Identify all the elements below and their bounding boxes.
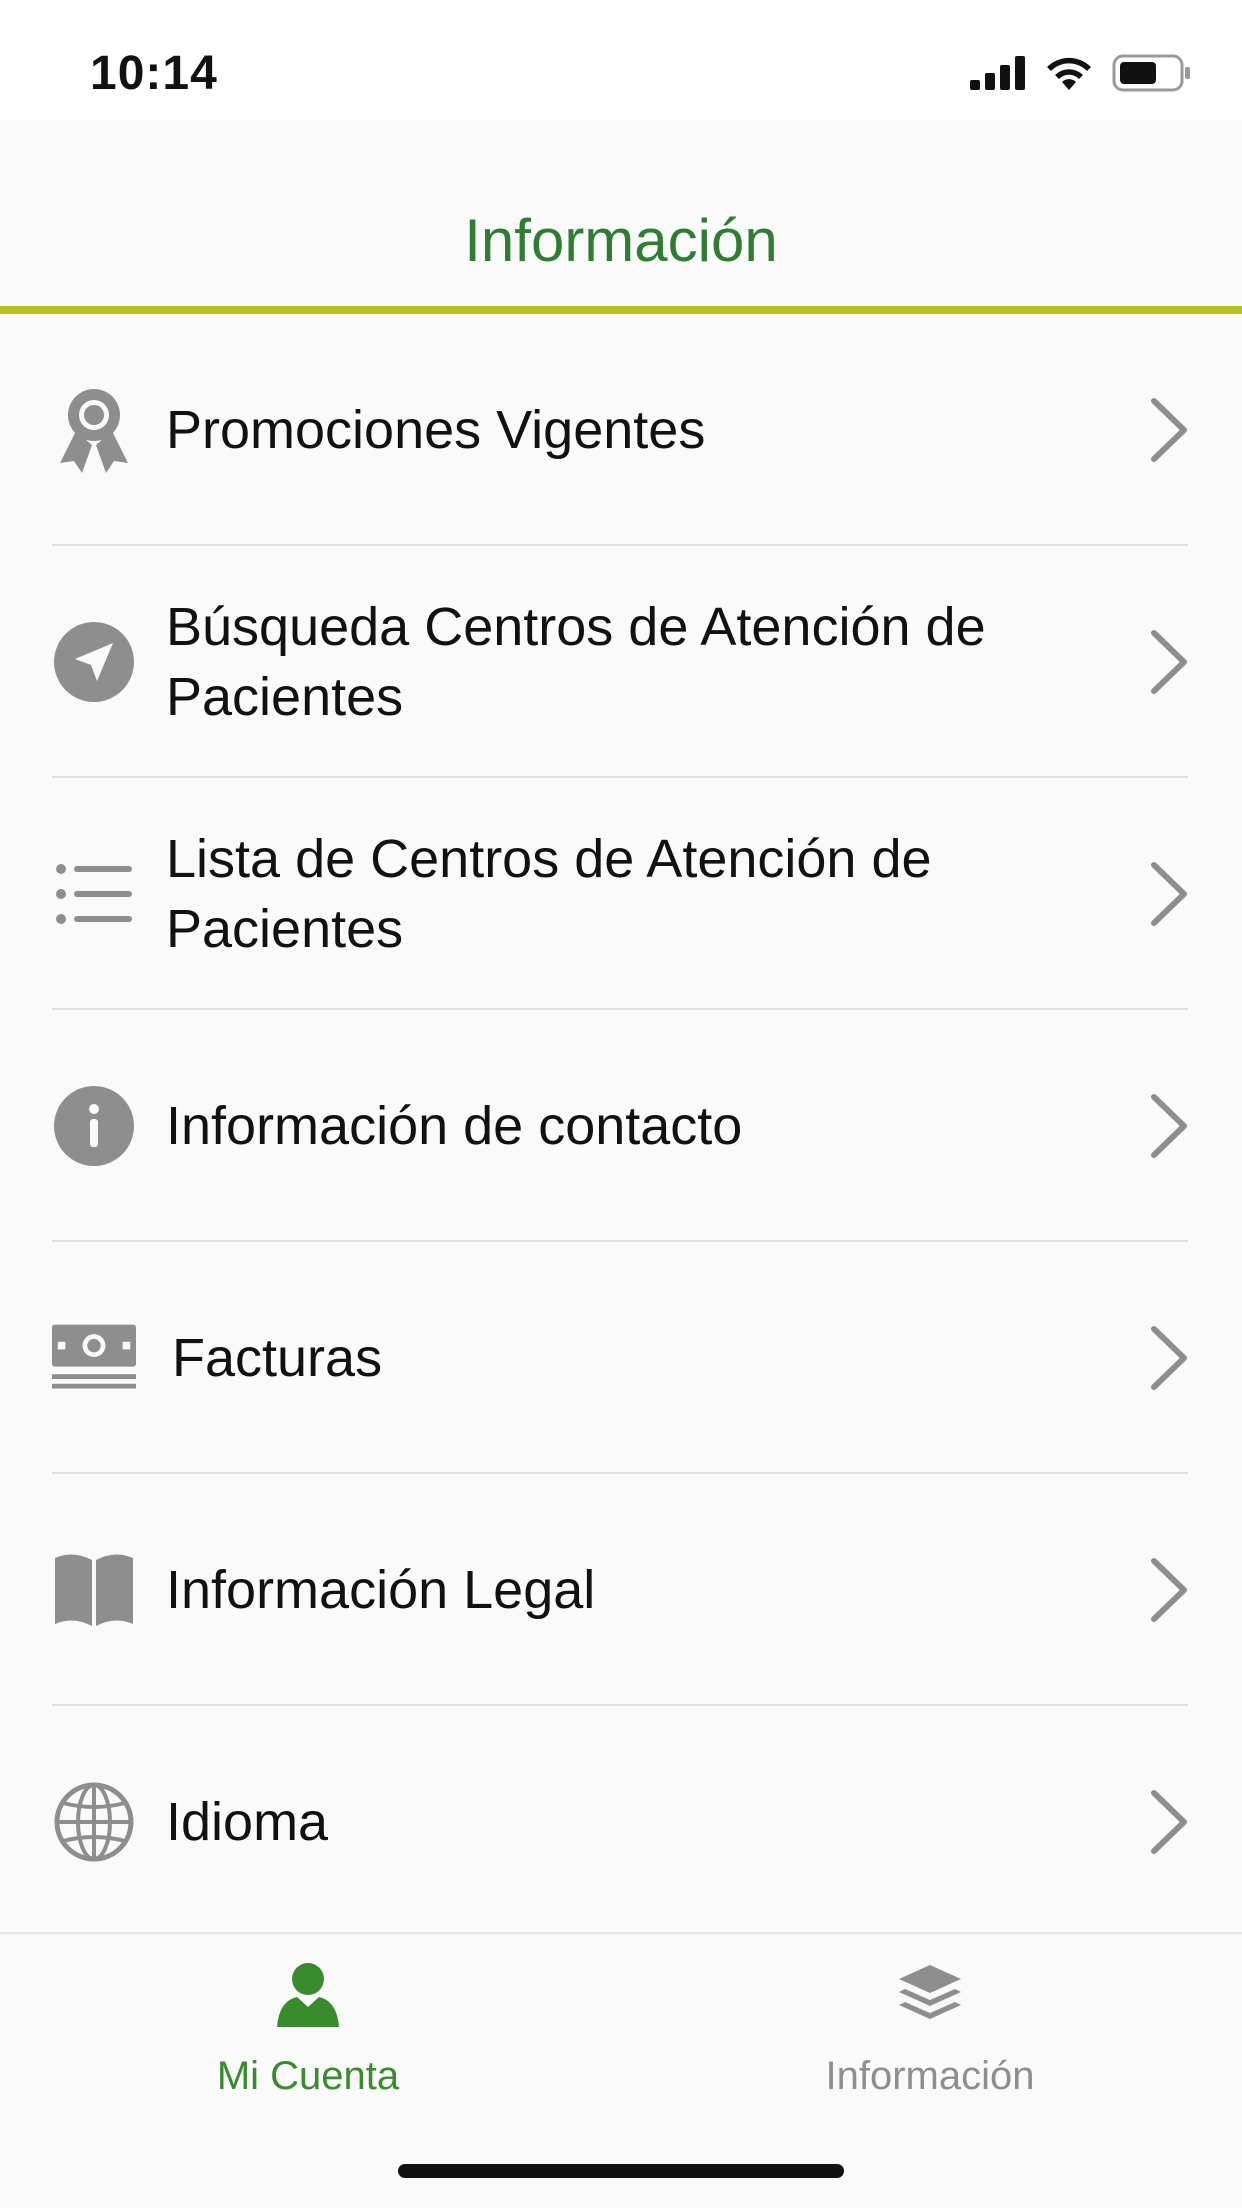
award-ribbon-icon xyxy=(52,388,136,473)
menu-item-facturas[interactable]: Facturas xyxy=(0,1242,1242,1474)
menu-list: Promociones Vigentes Búsqueda Centros de… xyxy=(0,314,1242,1938)
navigation-header: Información xyxy=(0,120,1242,312)
layers-icon xyxy=(899,1965,961,2019)
location-arrow-icon xyxy=(52,620,136,704)
tab-label: Mi Cuenta xyxy=(216,2054,400,2098)
menu-item-busqueda-centros[interactable]: Búsqueda Centros de Atención de Paciente… xyxy=(0,546,1242,778)
header-accent-line xyxy=(0,306,1242,314)
chevron-right-icon xyxy=(1151,1326,1187,1390)
menu-item-label: Lista de Centros de Atención de Paciente… xyxy=(166,829,932,959)
chevron-right-icon xyxy=(1151,1790,1187,1854)
book-icon xyxy=(52,1548,136,1632)
chevron-right-icon xyxy=(1151,630,1187,694)
menu-item-label: Promociones Vigentes xyxy=(166,400,706,460)
menu-item-label: Información de contacto xyxy=(166,1096,743,1156)
tab-mi-cuenta[interactable]: Mi Cuenta xyxy=(108,1954,508,2099)
status-icons xyxy=(970,54,1192,92)
menu-item-idioma[interactable]: Idioma xyxy=(0,1706,1242,1938)
chevron-right-icon xyxy=(1151,398,1187,462)
status-bar: 10:14 xyxy=(0,0,1242,120)
chevron-right-icon xyxy=(1151,1558,1187,1622)
list-icon xyxy=(52,852,136,936)
menu-item-promociones[interactable]: Promociones Vigentes xyxy=(0,314,1242,546)
menu-item-label: Información Legal xyxy=(166,1560,596,1620)
money-bill-icon xyxy=(52,1316,136,1400)
home-indicator xyxy=(398,2164,844,2178)
menu-item-label: Búsqueda Centros de Atención de Paciente… xyxy=(166,597,986,727)
tab-label: Información xyxy=(825,2054,1035,2098)
menu-item-informacion-legal[interactable]: Información Legal xyxy=(0,1474,1242,1706)
page-title: Información xyxy=(464,207,778,274)
info-icon xyxy=(52,1084,136,1168)
chevron-right-icon xyxy=(1151,1094,1187,1158)
wifi-icon xyxy=(1047,57,1091,90)
globe-icon xyxy=(52,1780,136,1864)
menu-item-informacion-contacto[interactable]: Información de contacto xyxy=(0,1010,1242,1242)
status-time: 10:14 xyxy=(90,47,218,100)
user-icon xyxy=(277,1963,339,2027)
menu-item-label: Facturas xyxy=(172,1328,383,1388)
tab-informacion[interactable]: Información xyxy=(730,1954,1130,2099)
menu-item-lista-centros[interactable]: Lista de Centros de Atención de Paciente… xyxy=(0,778,1242,1010)
battery-icon xyxy=(1112,54,1190,92)
signal-icon xyxy=(970,56,1025,90)
chevron-right-icon xyxy=(1151,862,1187,926)
menu-item-label: Idioma xyxy=(166,1792,329,1852)
